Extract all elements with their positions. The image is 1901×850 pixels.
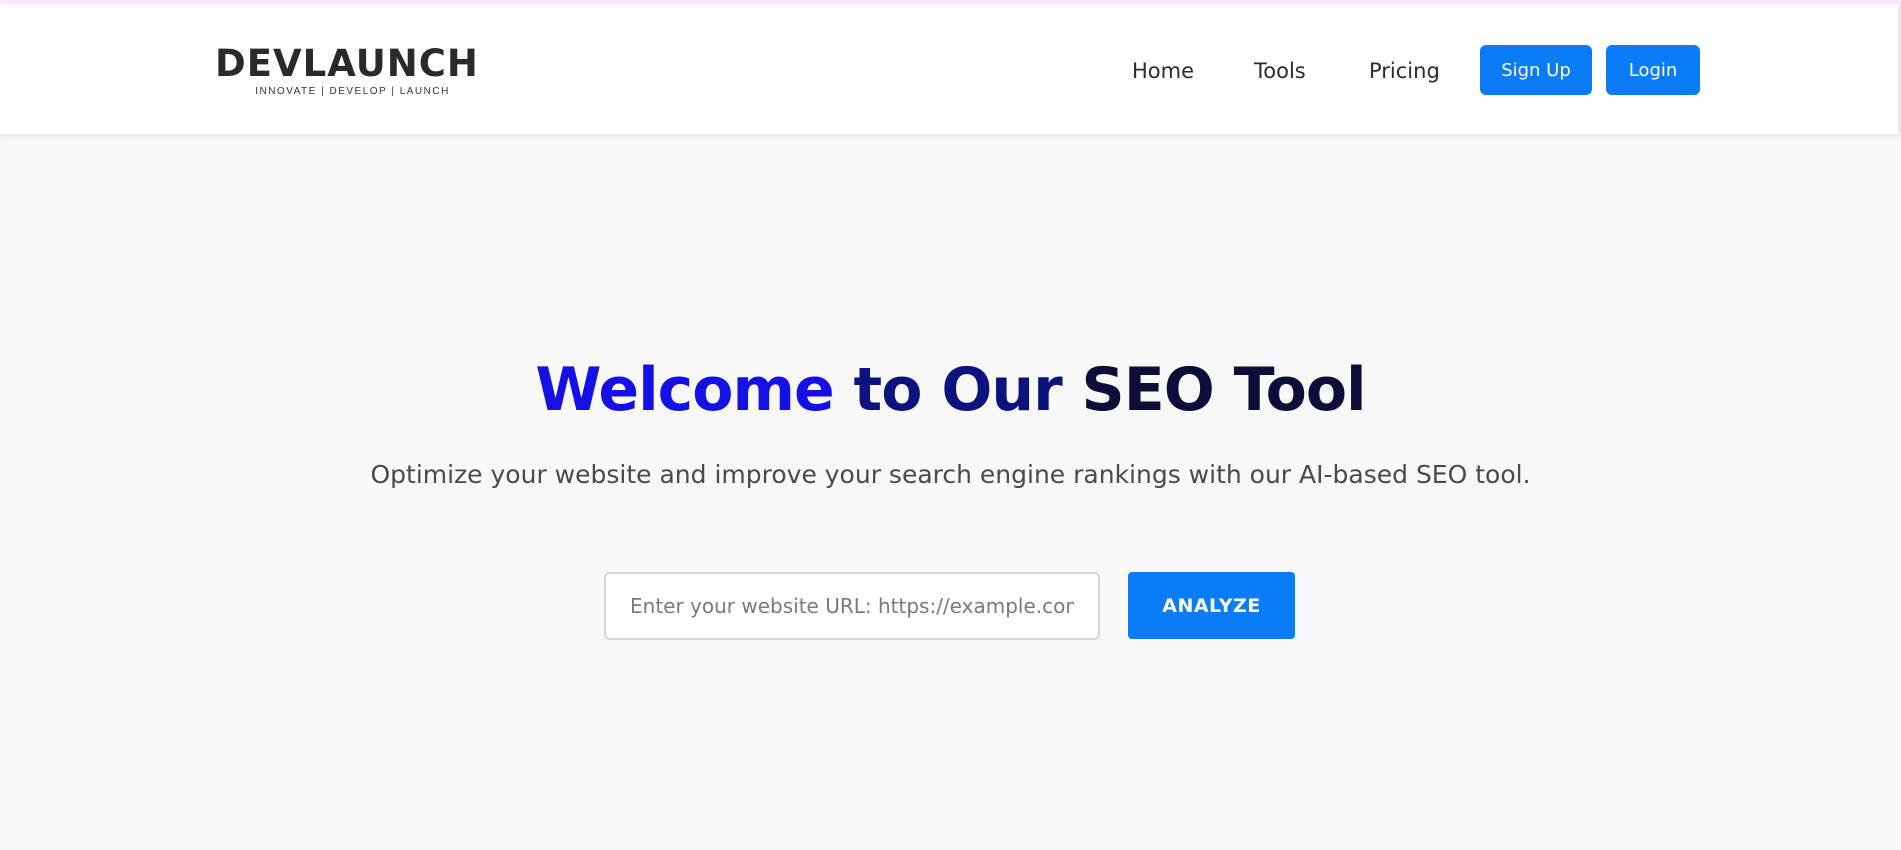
hero-subtitle: Optimize your website and improve your s… <box>370 460 1531 489</box>
hero-title: Welcome to Our SEO Tool <box>0 350 1901 430</box>
hero-title-to-our: to Our <box>833 355 1063 425</box>
signup-button[interactable]: Sign Up <box>1480 45 1592 95</box>
navbar: DEVLAUNCH INNOVATE | DEVELOP | LAUNCH Ho… <box>0 4 1901 134</box>
nav-link-pricing[interactable]: Pricing <box>1369 59 1440 83</box>
nav-link-tools[interactable]: Tools <box>1254 59 1306 83</box>
logo-wordmark: DEVLAUNCH <box>215 42 479 85</box>
logo-tagline: INNOVATE | DEVELOP | LAUNCH <box>255 86 450 97</box>
analyze-button[interactable]: ANALYZE <box>1128 572 1295 639</box>
logo[interactable]: DEVLAUNCH INNOVATE | DEVELOP | LAUNCH <box>215 42 495 98</box>
hero-title-welcome: Welcome <box>535 355 834 425</box>
login-button[interactable]: Login <box>1606 45 1700 95</box>
nav-link-home[interactable]: Home <box>1132 59 1194 83</box>
hero-title-seo-tool: SEO Tool <box>1061 355 1367 425</box>
website-url-input[interactable] <box>604 572 1100 640</box>
